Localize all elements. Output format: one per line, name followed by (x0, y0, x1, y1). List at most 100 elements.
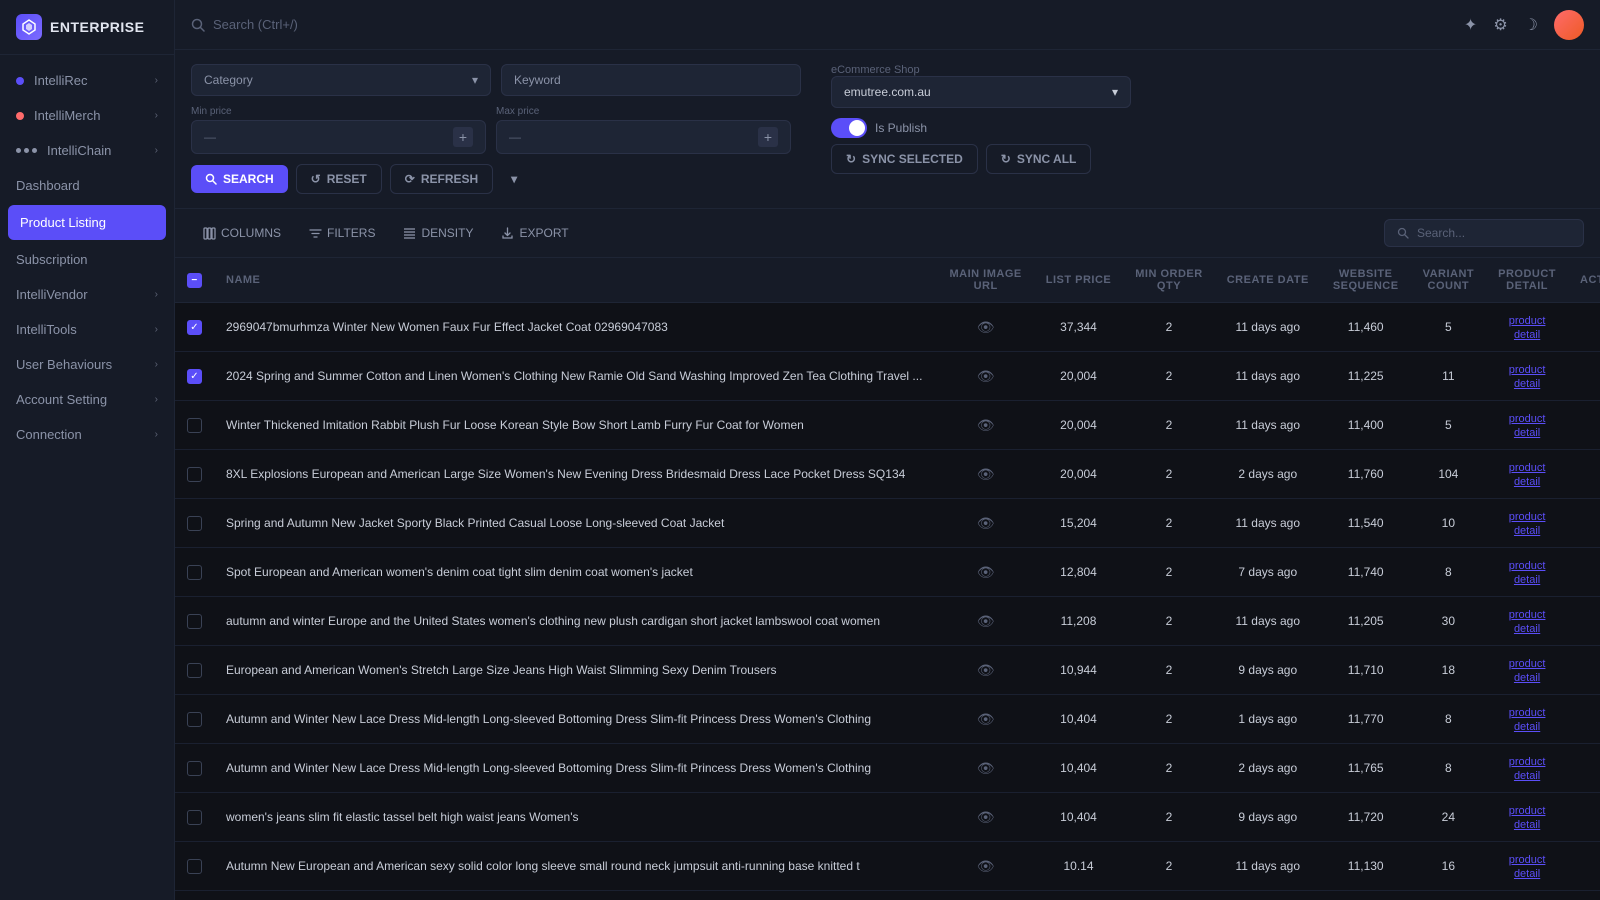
filter-row-1: Category ▾ Keyword (191, 64, 801, 96)
row-create-date: 7 days ago (1215, 548, 1321, 597)
row-actions: ··· (1568, 450, 1600, 499)
product-detail-link[interactable]: product detail (1509, 658, 1546, 684)
category-select[interactable]: Category ▾ (191, 64, 491, 96)
moon-icon[interactable]: ☽ (1524, 15, 1538, 35)
product-detail-link[interactable]: product detail (1509, 413, 1546, 439)
row-checkbox[interactable] (187, 614, 202, 629)
row-checkbox[interactable] (187, 369, 202, 384)
row-checkbox[interactable] (187, 810, 202, 825)
row-checkbox[interactable] (187, 516, 202, 531)
eye-icon[interactable]: 👁 (950, 466, 1022, 483)
sidebar-item-dashboard[interactable]: Dashboard (0, 168, 174, 203)
row-checkbox[interactable] (187, 418, 202, 433)
row-checkbox-cell (175, 646, 214, 695)
row-checkbox[interactable] (187, 712, 202, 727)
sync-all-button[interactable]: ↻ SYNC ALL (986, 144, 1092, 174)
sparkle-icon[interactable]: ✦ (1464, 15, 1477, 35)
eye-icon[interactable]: 👁 (950, 319, 1022, 336)
row-checkbox-cell (175, 744, 214, 793)
sidebar-item-connection[interactable]: Connection › (0, 417, 174, 452)
row-checkbox[interactable] (187, 761, 202, 776)
product-detail-link[interactable]: product detail (1509, 756, 1546, 782)
table-row: women's jeans slim fit elastic tassel be… (175, 793, 1600, 842)
product-detail-link[interactable]: product detail (1509, 805, 1546, 831)
row-variant-count: 5 (1411, 303, 1487, 352)
sidebar-item-user-behaviours[interactable]: User Behaviours › (0, 347, 174, 382)
chain-icon (16, 148, 37, 153)
columns-button[interactable]: COLUMNS (191, 220, 293, 246)
row-checkbox-cell (175, 695, 214, 744)
row-create-date: 11 days ago (1215, 842, 1321, 891)
eye-icon[interactable]: 👁 (950, 613, 1022, 630)
export-button[interactable]: EXPORT (489, 220, 580, 246)
density-button[interactable]: DENSITY (391, 220, 485, 246)
row-checkbox[interactable] (187, 565, 202, 580)
shop-select[interactable]: emutree.com.au ▾ (831, 76, 1131, 108)
eye-icon[interactable]: 👁 (950, 564, 1022, 581)
row-website-sequence: 11,205 (1321, 597, 1411, 646)
product-detail-link[interactable]: product detail (1509, 364, 1546, 390)
row-create-date: 2 days ago (1215, 450, 1321, 499)
sidebar-nav: IntelliRec › IntelliMerch › IntelliChain… (0, 55, 174, 900)
eye-icon[interactable]: 👁 (950, 515, 1022, 532)
toolbar-search[interactable]: Search... (1384, 219, 1584, 247)
eye-icon[interactable]: 👁 (950, 760, 1022, 777)
sidebar-item-intellitools[interactable]: IntelliTools › (0, 312, 174, 347)
row-actions: ··· (1568, 891, 1600, 900)
sidebar-item-intellimerch[interactable]: IntelliMerch › (0, 98, 174, 133)
product-detail-link[interactable]: product detail (1509, 707, 1546, 733)
row-list-price: 11,208 (1034, 597, 1124, 646)
product-detail-link[interactable]: product detail (1509, 609, 1546, 635)
sidebar-item-product-listing[interactable]: Product Listing (8, 205, 166, 240)
row-checkbox[interactable] (187, 663, 202, 678)
sync-selected-label: SYNC SELECTED (862, 152, 963, 166)
product-detail-link[interactable]: product detail (1509, 854, 1546, 880)
sidebar-item-account-setting[interactable]: Account Setting › (0, 382, 174, 417)
toolbar: COLUMNS FILTERS DENSITY (175, 209, 1600, 258)
table-header-row: NAME MAIN IMAGEURL LIST PRICE MIN ORDERQ… (175, 258, 1600, 303)
eye-icon[interactable]: 👁 (950, 368, 1022, 385)
search-button[interactable]: SEARCH (191, 165, 288, 193)
density-icon (403, 227, 416, 240)
tools-icon[interactable]: ⚙ (1493, 15, 1507, 35)
sync-selected-button[interactable]: ↻ SYNC SELECTED (831, 144, 978, 174)
max-price-plus-btn[interactable]: + (758, 127, 778, 147)
min-price-plus-btn[interactable]: + (453, 127, 473, 147)
max-price-container: Max price — + (496, 106, 791, 154)
eye-icon[interactable]: 👁 (950, 417, 1022, 434)
more-options-button[interactable]: ▾ (501, 165, 527, 193)
select-all-checkbox[interactable] (187, 273, 202, 288)
row-product-detail: product detail (1486, 401, 1568, 450)
filter-top-row: Category ▾ Keyword Min price — + (191, 64, 1584, 194)
is-publish-toggle[interactable] (831, 118, 867, 138)
row-list-price: 20,004 (1034, 401, 1124, 450)
reset-button[interactable]: ↺ RESET (296, 164, 382, 194)
row-name-cell: Winter Thickened Imitation Rabbit Plush … (214, 401, 938, 450)
row-image-cell: 👁 (938, 695, 1034, 744)
refresh-button[interactable]: ⟳ REFRESH (390, 164, 493, 194)
product-detail-link[interactable]: product detail (1509, 315, 1546, 341)
row-checkbox-cell (175, 891, 214, 900)
eye-icon[interactable]: 👁 (950, 858, 1022, 875)
user-avatar[interactable] (1554, 10, 1584, 40)
keyword-input[interactable]: Keyword (501, 64, 801, 96)
row-checkbox[interactable] (187, 467, 202, 482)
sidebar-item-intellichain[interactable]: IntelliChain › (0, 133, 174, 168)
filters-button[interactable]: FILTERS (297, 220, 387, 246)
eye-icon[interactable]: 👁 (950, 809, 1022, 826)
sidebar-item-intellirec[interactable]: IntelliRec › (0, 63, 174, 98)
row-min-order-qty: 2 (1123, 793, 1214, 842)
row-create-date: 9 days ago (1215, 646, 1321, 695)
sidebar-item-intellivendor[interactable]: IntelliVendor › (0, 277, 174, 312)
product-detail-link[interactable]: product detail (1509, 511, 1546, 537)
product-detail-link[interactable]: product detail (1509, 560, 1546, 586)
eye-icon[interactable]: 👁 (950, 662, 1022, 679)
row-name-cell: Autumn New European and American sexy so… (214, 842, 938, 891)
sidebar-item-subscription[interactable]: Subscription (0, 242, 174, 277)
eye-icon[interactable]: 👁 (950, 711, 1022, 728)
row-checkbox[interactable] (187, 859, 202, 874)
app-title: ENTERPRISE (50, 19, 144, 35)
row-image-cell: 👁 (938, 793, 1034, 842)
row-checkbox[interactable] (187, 320, 202, 335)
product-detail-link[interactable]: product detail (1509, 462, 1546, 488)
